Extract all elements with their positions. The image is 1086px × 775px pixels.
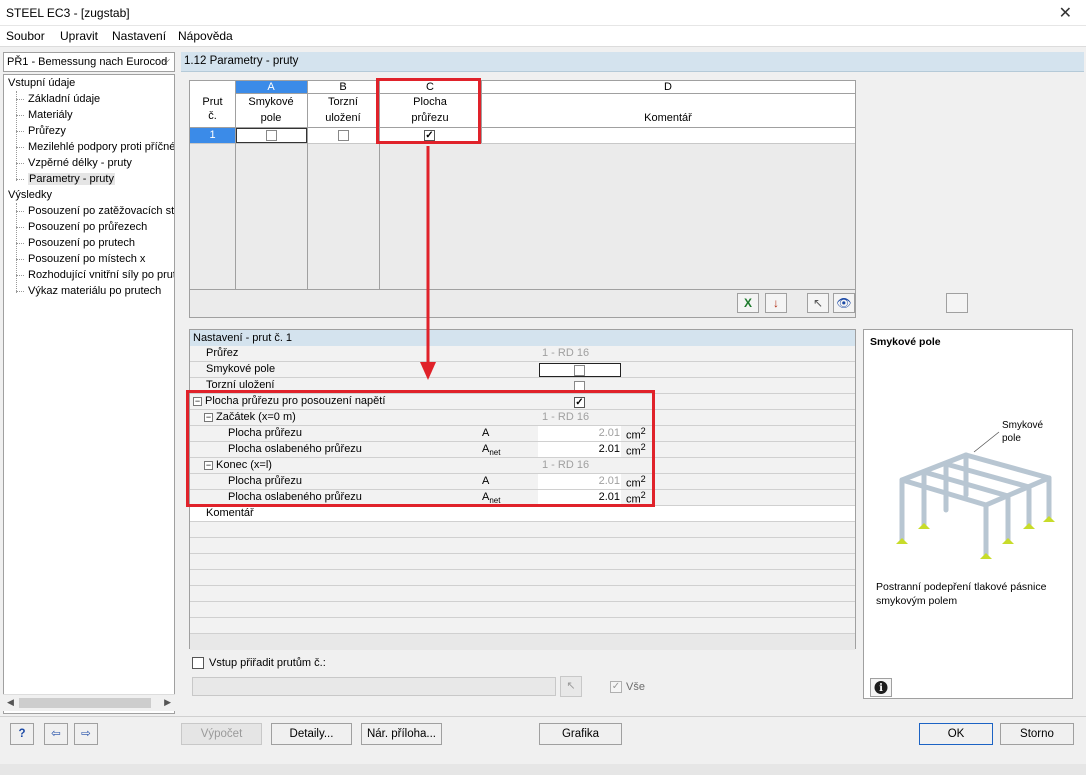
chevron-down-icon[interactable]: ⌵ bbox=[162, 55, 170, 66]
setting-row-comment[interactable]: Komentář bbox=[190, 506, 855, 522]
menu-settings[interactable]: Nastavení bbox=[112, 29, 166, 43]
tree-item-design-by-x[interactable]: Posouzení po místech x bbox=[28, 253, 145, 265]
tree-item-design-by-member[interactable]: Posouzení po prutech bbox=[28, 237, 135, 249]
row-header-no: č. bbox=[208, 110, 217, 122]
shear-field-setting-checkbox[interactable] bbox=[574, 365, 585, 376]
menu-help[interactable]: Nápověda bbox=[178, 29, 233, 43]
row-number[interactable]: 1 bbox=[190, 128, 235, 143]
torsion-checkbox[interactable] bbox=[338, 130, 349, 141]
setting-value: 1 - RD 16 bbox=[542, 347, 590, 359]
info-title: Smykové pole bbox=[870, 336, 941, 348]
national-annex-button[interactable]: Nár. příloha... bbox=[361, 723, 442, 745]
calculate-button[interactable]: Výpočet bbox=[181, 723, 262, 745]
info-panel: Smykové pole Smykové pole Postranní pode… bbox=[863, 329, 1073, 699]
cancel-button[interactable]: Storno bbox=[1000, 723, 1074, 745]
tree-item-buckling-lengths[interactable]: Vzpěrné délky - pruty bbox=[28, 157, 132, 169]
setting-row-shear[interactable]: Smykové pole bbox=[190, 362, 855, 378]
shear-field-checkbox[interactable] bbox=[266, 130, 277, 141]
col-shear-line1: Smykové bbox=[248, 96, 294, 108]
section-header: 1.12 Parametry - pruty bbox=[181, 52, 1084, 72]
excel-export-icon[interactable]: X bbox=[737, 293, 759, 313]
assign-members-checkbox[interactable] bbox=[192, 657, 204, 669]
svg-text:i: i bbox=[879, 683, 883, 694]
import-icon: ⇦ bbox=[51, 728, 61, 740]
details-button[interactable]: Detaily... bbox=[271, 723, 352, 745]
menu-bar: Soubor Upravit Nastavení Nápověda bbox=[0, 26, 1086, 46]
setting-label: Průřez bbox=[206, 347, 239, 359]
cell-shear-field[interactable] bbox=[236, 128, 307, 143]
tree-item-design-by-section[interactable]: Posouzení po průřezech bbox=[28, 221, 147, 233]
setting-label: Smykové pole bbox=[206, 363, 276, 375]
excel-export-icon[interactable] bbox=[946, 293, 968, 313]
tree-item-governing-forces[interactable]: Rozhodující vnitřní síly po prute bbox=[28, 269, 174, 281]
tree-item-member-parameters[interactable]: Parametry - pruty bbox=[28, 173, 115, 185]
tree-item-basic-data[interactable]: Základní údaje bbox=[28, 93, 100, 105]
callout-line1: Smykové bbox=[1002, 420, 1044, 431]
tree-group-input[interactable]: Vstupní údaje bbox=[8, 77, 75, 89]
settings-title: Nastavení - prut č. 1 bbox=[193, 332, 293, 344]
scrollbar-thumb[interactable] bbox=[19, 698, 151, 708]
col-comment-label: Komentář bbox=[644, 112, 692, 124]
tree-item-cross-sections[interactable]: Průřezy bbox=[28, 125, 66, 137]
callout-line2: pole bbox=[1002, 433, 1021, 444]
ok-button[interactable]: OK bbox=[919, 723, 993, 745]
navigator-scrollbar[interactable]: ◀ ▶ bbox=[3, 694, 175, 711]
window-title: STEEL EC3 - [zugstab] bbox=[6, 6, 130, 20]
view-icon[interactable]: 👁 bbox=[833, 293, 855, 313]
all-checkbox[interactable]: ✓ bbox=[610, 681, 622, 693]
tree-item-material-list[interactable]: Výkaz materiálu po prutech bbox=[28, 285, 161, 297]
assign-members-label: Vstup přiřadit prutům č.: bbox=[209, 657, 326, 669]
help-icon: ? bbox=[18, 728, 26, 740]
scroll-left-icon[interactable]: ◀ bbox=[7, 697, 14, 708]
excel-import-icon[interactable]: ↓ bbox=[765, 293, 787, 313]
info-icon[interactable]: i bbox=[870, 678, 892, 697]
info-description: Postranní podepření tlakové pásnice smyk… bbox=[876, 581, 1047, 607]
scroll-right-icon[interactable]: ▶ bbox=[164, 697, 171, 708]
load-case-select[interactable]: PŘ1 - Bemessung nach Eurocod ⌵ bbox=[3, 52, 175, 72]
setting-row-section[interactable]: Průřez 1 - RD 16 bbox=[190, 346, 855, 362]
menu-file[interactable]: Soubor bbox=[6, 29, 45, 43]
all-label: Vše bbox=[626, 681, 645, 693]
title-bar: STEEL EC3 - [zugstab] ✕ bbox=[0, 0, 1086, 26]
menu-edit[interactable]: Upravit bbox=[60, 29, 98, 43]
tree-item-intermediate-supports[interactable]: Mezilehlé podpory proti příčném bbox=[28, 141, 174, 153]
member-parameters-table: A B C D Prut č. Smykové pole Torzní ulož… bbox=[189, 80, 968, 318]
pick-icon[interactable]: ↖ bbox=[807, 293, 829, 313]
prev-module-button[interactable]: ⇦ bbox=[44, 723, 68, 745]
tree-item-design-by-lc[interactable]: Posouzení po zatěžovacích stav bbox=[28, 205, 174, 217]
load-case-select-value: PŘ1 - Bemessung nach Eurocod bbox=[7, 56, 168, 68]
export-icon: ⇨ bbox=[81, 728, 91, 740]
highlight-stress-area-settings bbox=[186, 390, 655, 507]
navigator-tree: Vstupní údaje Základní údaje Materiály P… bbox=[3, 74, 175, 714]
row-header-member: Prut bbox=[202, 96, 223, 108]
tree-item-materials[interactable]: Materiály bbox=[28, 109, 73, 121]
tree-group-results[interactable]: Výsledky bbox=[8, 189, 52, 201]
arrow-annotation bbox=[420, 146, 436, 380]
col-torsion-line2: uložení bbox=[325, 112, 361, 124]
close-icon[interactable]: ✕ bbox=[1059, 3, 1072, 23]
settings-header: Nastavení - prut č. 1 bbox=[190, 330, 855, 346]
graphics-button[interactable]: Grafika bbox=[539, 723, 622, 745]
status-bar bbox=[0, 764, 1086, 775]
next-module-button[interactable]: ⇨ bbox=[74, 723, 98, 745]
highlight-area-column bbox=[376, 78, 481, 144]
assign-members-input[interactable] bbox=[192, 677, 556, 696]
setting-label: Komentář bbox=[206, 507, 254, 519]
shear-panel-illustration bbox=[896, 431, 1055, 559]
col-torsion-line1: Torzní bbox=[328, 96, 358, 108]
section-title: 1.12 Parametry - pruty bbox=[184, 55, 299, 67]
pick-members-icon[interactable]: ↖ bbox=[560, 676, 582, 697]
col-shear-line2: pole bbox=[260, 112, 282, 124]
help-button[interactable]: ? bbox=[10, 723, 34, 745]
